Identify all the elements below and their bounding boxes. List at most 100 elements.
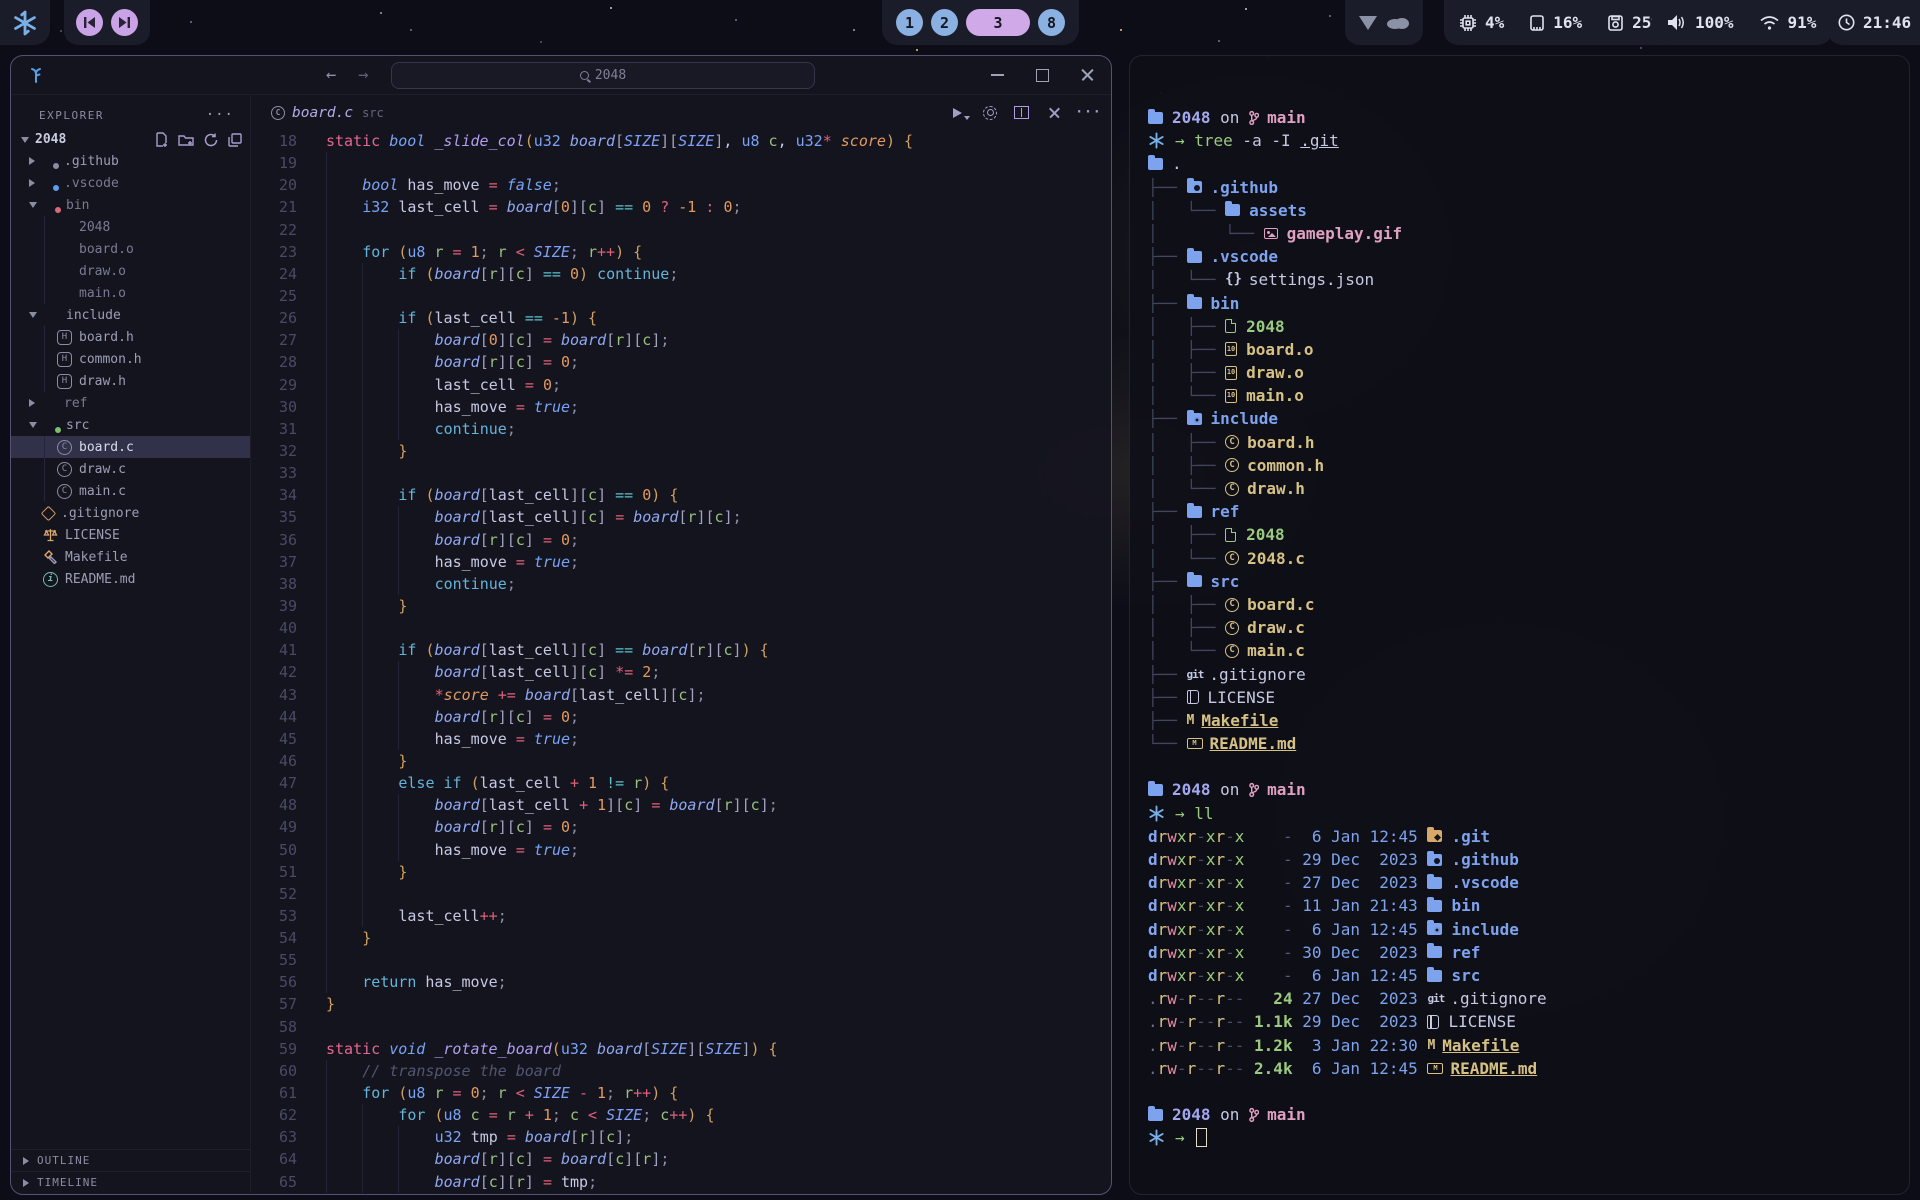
editor-titlebar[interactable]: ← → 2048 [11,56,1111,95]
book-icon [1187,690,1199,704]
file-label: bin [66,198,89,213]
folder-icon [1148,158,1163,170]
media-next-button[interactable] [111,9,138,36]
explorer-item-include[interactable]: include [11,304,250,326]
outline-section[interactable]: OUTLINE [11,1149,250,1171]
.github-file-icon [42,155,57,167]
README.md-file-icon: i [43,572,58,587]
explorer-item-Makefile[interactable]: Makefile [11,546,250,568]
clang-icon: C [1225,458,1239,472]
code-area[interactable]: 18static bool _slide_col(u32 board[SIZE]… [251,130,1111,1193]
code-line-20: 20 bool has_move = false; [251,174,1111,196]
file-label: README.md [65,572,135,587]
split-editor-button[interactable] [1014,106,1029,119]
nav-forward-button[interactable]: → [358,65,368,85]
explorer-item-board.h[interactable]: Hboard.h [11,326,250,348]
nix-launcher-button[interactable] [0,0,50,45]
explorer-item-main.o[interactable]: main.o [11,282,250,304]
terminal-line: → ll [1148,802,1909,825]
workspace-switcher: 1238 [882,0,1079,45]
timeline-section[interactable]: TIMELINE [11,1171,250,1193]
mfile-icon: M [1187,709,1195,732]
terminal-line: │ ├── 10draw.o [1148,361,1909,384]
terminal-window[interactable]: 2048 on main→ tree -a -I .git.├── .githu… [1129,55,1910,1195]
top-bar: 1238 4% 16% 25% [0,0,1920,45]
workspace-2[interactable]: 2 [931,9,958,36]
explorer-item-.gitignore[interactable]: .gitignore [11,502,250,524]
code-line-61: 61 for (u8 r = 0; r < SIZE - 1; r++) { [251,1082,1111,1104]
explorer-item-2048[interactable]: 2048 [11,216,250,238]
terminal-line: ├── .vscode [1148,245,1909,268]
file-label: common.h [79,352,142,367]
collapse-folders-button[interactable] [228,132,242,147]
explorer-item-board.o[interactable]: board.o [11,238,250,260]
board.o-file-icon [57,243,72,255]
code-line-23: 23 for (u8 r = 1; r < SIZE; r++) { [251,241,1111,263]
folder-github-icon [1187,181,1202,193]
chevron-down-icon [21,137,29,143]
workspace-3[interactable]: 3 [966,9,1030,36]
explorer-sidebar: EXPLORER ··· 2048 [11,95,251,1193]
terminal-line: .rw-r--r-- 24 27 Dec 2023 git.gitignore [1148,987,1909,1010]
explorer-item-draw.o[interactable]: draw.o [11,260,250,282]
md-icon: M [1427,1063,1443,1074]
folder-icon [1427,877,1442,889]
tab-board-c[interactable]: C board.c src [271,105,384,121]
explorer-item-.github[interactable]: .github [11,150,250,172]
code-line-57: 57} [251,993,1111,1015]
refresh-button[interactable] [204,132,218,147]
workspace-1[interactable]: 1 [896,9,923,36]
file-label: .vscode [64,176,119,191]
close-editor-button[interactable] [1046,104,1063,121]
memory-usage: 16% [1553,13,1582,32]
code-line-43: 43 *score += board[last_cell][c]; [251,684,1111,706]
command-center-search[interactable]: 2048 [391,62,815,89]
file-label: board.o [79,242,134,257]
explorer-item-board.c[interactable]: Cboard.c [11,436,250,458]
binary-icon: 10 [1225,342,1237,356]
terminal-line [1148,755,1909,778]
image-icon [1264,228,1278,239]
chevron-down-icon [29,202,37,208]
new-file-button[interactable] [154,132,168,147]
media-controls [64,0,150,45]
folder-icon [1187,575,1202,587]
code-line-18: 18static bool _slide_col(u32 board[SIZE]… [251,130,1111,152]
explorer-item-README.md[interactable]: i README.md [11,568,250,590]
folder-icon [1187,251,1202,263]
settings-gear-icon[interactable] [983,106,997,120]
explorer-item-src[interactable]: src [11,414,250,436]
binary-icon: 10 [1225,366,1237,380]
terminal-line: drwxr-xr-x - 11 Jan 21:43 bin [1148,894,1909,917]
code-line-65: 65 board[c][r] = tmp; [251,1171,1111,1193]
editor-more-actions[interactable]: ··· [1080,104,1097,121]
new-folder-button[interactable] [178,132,194,147]
clang-icon: C [1225,644,1239,658]
run-code-button[interactable] [949,104,966,121]
binary-icon: 10 [1225,389,1237,403]
explorer-root-folder[interactable]: 2048 [11,129,250,150]
explorer-item-main.c[interactable]: Cmain.c [11,480,250,502]
explorer-item-ref[interactable]: ref [11,392,250,414]
workspace-8[interactable]: 8 [1038,9,1065,36]
explorer-more-button[interactable]: ··· [206,107,234,123]
nix-icon [1148,132,1165,149]
terminal-line: → tree -a -I .git [1148,129,1909,152]
terminal-line: drwxr-xr-x - 27 Dec 2023 .vscode [1148,871,1909,894]
explorer-item-draw.h[interactable]: Hdraw.h [11,370,250,392]
close-button[interactable] [1078,66,1097,85]
explorer-item-.vscode[interactable]: .vscode [11,172,250,194]
nav-back-button[interactable]: ← [326,65,336,85]
explorer-item-draw.c[interactable]: Cdraw.c [11,458,250,480]
explorer-item-LICENSE[interactable]: LICENSE [11,524,250,546]
clock-widget[interactable]: 21:46 [1828,0,1920,45]
maximize-button[interactable] [1033,66,1052,85]
.vscode-file-icon [42,177,57,189]
media-previous-button[interactable] [76,9,103,36]
cpu-usage: 4% [1485,13,1504,32]
minimize-button[interactable] [988,66,1007,85]
code-line-40: 40 [251,617,1111,639]
code-line-29: 29 last_cell = 0; [251,374,1111,396]
explorer-item-bin[interactable]: bin [11,194,250,216]
explorer-item-common.h[interactable]: Hcommon.h [11,348,250,370]
